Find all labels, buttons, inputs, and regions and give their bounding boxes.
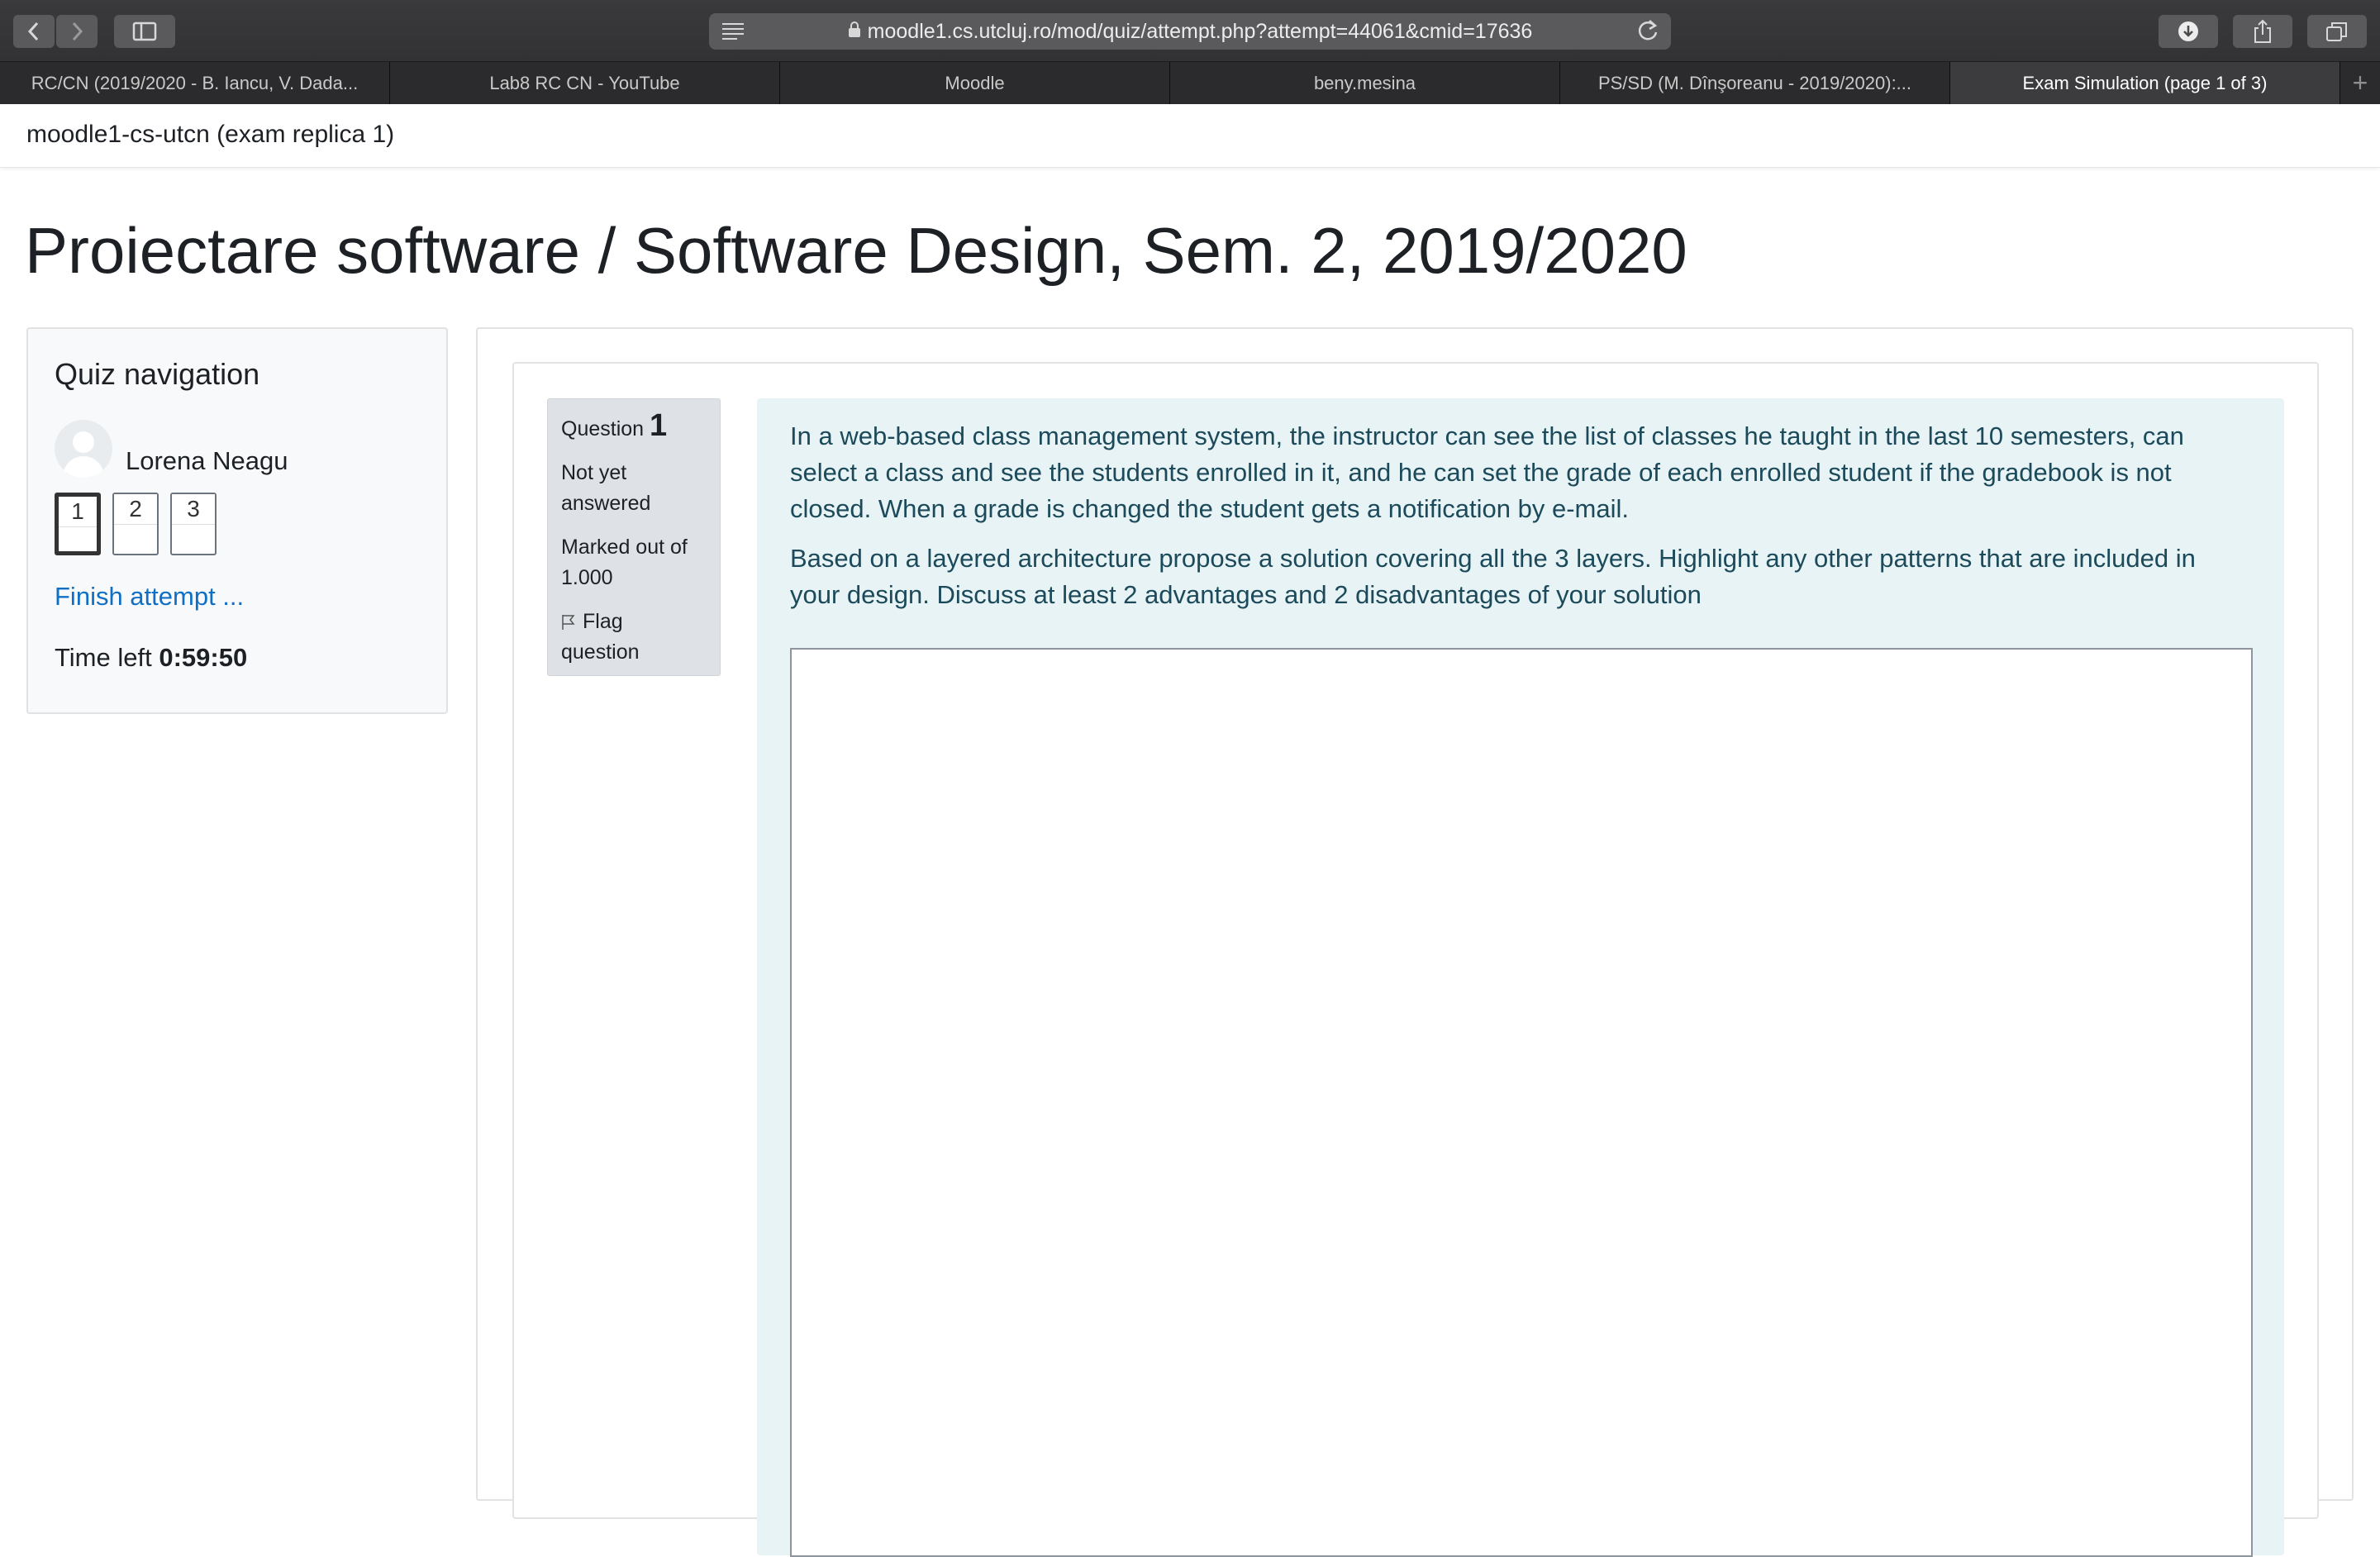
share-button[interactable]	[2233, 15, 2292, 48]
question-content: In a web-based class management system, …	[757, 398, 2284, 1557]
download-button[interactable]	[2159, 15, 2218, 48]
time-left-value: 0:59:50	[159, 643, 248, 672]
download-icon	[2178, 21, 2198, 41]
site-header: moodle1-cs-utcn (exam replica 1)	[0, 104, 2380, 168]
tab-ps-sd[interactable]: PS/SD (M. Dînşoreanu - 2019/2020):...	[1560, 62, 1950, 104]
question-text-1: In a web-based class management system, …	[790, 421, 2184, 523]
share-icon	[2254, 19, 2271, 43]
tab-moodle[interactable]: Moodle	[780, 62, 1170, 104]
quiz-navigation-block: Quiz navigation Lorena Neagu 1 2 3 Finis…	[26, 327, 448, 714]
user-name[interactable]: Lorena Neagu	[126, 446, 288, 476]
url-text: moodle1.cs.utcluj.ro/mod/quiz/attempt.ph…	[867, 19, 1533, 43]
quiz-navigation-title: Quiz navigation	[55, 357, 260, 391]
forward-icon	[72, 21, 83, 41]
question-button-3[interactable]: 3	[170, 493, 217, 555]
main-region: Question 1 Not yet answered Marked out o…	[476, 327, 2354, 1557]
lock-icon	[848, 20, 861, 44]
question-text-2: Based on a layered architecture propose …	[790, 544, 2196, 609]
tabs-button[interactable]	[2307, 15, 2367, 48]
finish-attempt-link[interactable]: Finish attempt ...	[55, 582, 244, 612]
question-info: Question 1 Not yet answered Marked out o…	[547, 398, 721, 676]
forward-button[interactable]	[56, 15, 98, 48]
flag-icon	[562, 615, 575, 631]
new-tab-button[interactable]: +	[2340, 62, 2380, 104]
tab-youtube[interactable]: Lab8 RC CN - YouTube	[390, 62, 780, 104]
avatar-icon[interactable]	[55, 420, 112, 478]
time-left-label: Time left	[55, 643, 152, 672]
page-title: Proiectare software / Software Design, S…	[25, 214, 1687, 287]
question-marks: Marked out of 1.000	[561, 536, 688, 589]
address-bar[interactable]: moodle1.cs.utcluj.ro/mod/quiz/attempt.ph…	[709, 13, 1671, 50]
site-name[interactable]: moodle1-cs-utcn (exam replica 1)	[26, 121, 394, 149]
reload-icon[interactable]	[1636, 18, 1659, 49]
back-button[interactable]	[13, 15, 55, 48]
back-icon	[27, 21, 39, 41]
tabs-icon	[2326, 22, 2347, 41]
sidebar-button[interactable]	[114, 15, 175, 48]
time-left: Time left 0:59:50	[55, 643, 247, 673]
answer-textarea[interactable]	[790, 648, 2253, 1557]
sidebar-icon	[132, 21, 157, 41]
question-button-2[interactable]: 2	[112, 493, 159, 555]
question-button-1[interactable]: 1	[55, 493, 101, 555]
tab-exam-simulation[interactable]: Exam Simulation (page 1 of 3)	[1950, 62, 2340, 104]
tab-beny[interactable]: beny.mesina	[1170, 62, 1560, 104]
question-container: Question 1 Not yet answered Marked out o…	[512, 362, 2319, 1557]
reader-icon[interactable]	[721, 20, 745, 47]
tab-bar: RC/CN (2019/2020 - B. Iancu, V. Dada... …	[0, 62, 2380, 104]
tab-rc-cn[interactable]: RC/CN (2019/2020 - B. Iancu, V. Dada...	[0, 62, 390, 104]
question-status: Not yet answered	[561, 461, 651, 515]
flag-question[interactable]: Flag question	[561, 607, 707, 668]
question-number: Question 1	[561, 408, 668, 443]
question-buttons: 1 2 3	[55, 493, 217, 555]
browser-toolbar: moodle1.cs.utcluj.ro/mod/quiz/attempt.ph…	[0, 0, 2380, 62]
